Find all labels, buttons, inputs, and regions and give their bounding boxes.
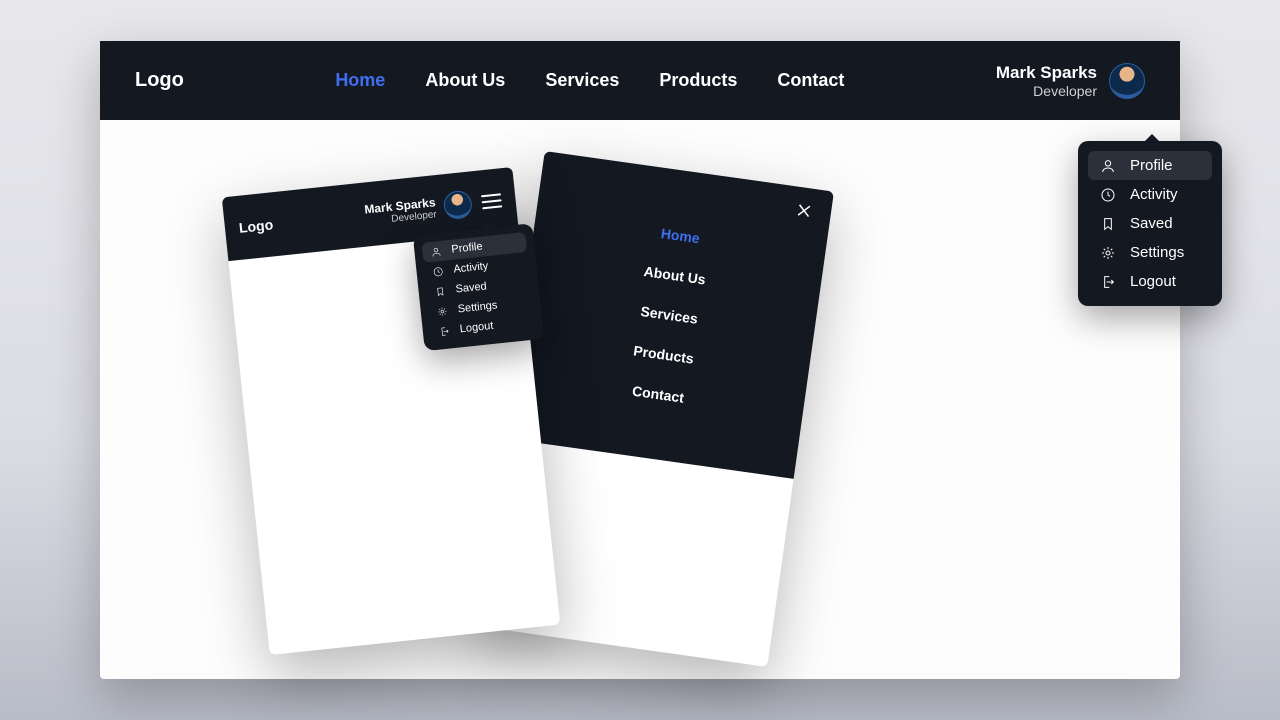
logout-icon: [438, 325, 450, 337]
mobile-nav-services[interactable]: Services: [640, 303, 699, 327]
nav-contact[interactable]: Contact: [777, 70, 844, 91]
gear-icon: [436, 305, 448, 317]
dropdown-label: Activity: [1130, 186, 1178, 203]
dropdown-settings[interactable]: Settings: [1088, 238, 1212, 267]
dropdown-label: Settings: [1130, 244, 1184, 261]
user-block[interactable]: Mark Sparks Developer: [996, 63, 1145, 99]
user-icon: [430, 245, 442, 257]
mobile-open-menu: Home About Us Services Products Contact: [504, 151, 834, 479]
user-role: Developer: [996, 83, 1097, 99]
dropdown-profile[interactable]: Profile: [1088, 151, 1212, 180]
dropdown-label: Saved: [455, 280, 487, 295]
mobile-nav-products[interactable]: Products: [632, 342, 694, 366]
dropdown-label: Settings: [457, 299, 498, 315]
dropdown-label: Logout: [1130, 273, 1176, 290]
main-header: Logo Home About Us Services Products Con…: [100, 41, 1180, 120]
close-button[interactable]: [794, 201, 814, 221]
user-icon: [1100, 158, 1116, 174]
logout-icon: [1100, 274, 1116, 290]
app-frame: Logo Home About Us Services Products Con…: [100, 41, 1180, 679]
close-icon: [794, 201, 814, 221]
dropdown-label: Profile: [1130, 157, 1173, 174]
nav-products[interactable]: Products: [659, 70, 737, 91]
mobile-nav-home[interactable]: Home: [660, 225, 701, 246]
clock-icon: [432, 265, 444, 277]
mobile-nav-contact[interactable]: Contact: [631, 383, 685, 406]
mobile-user-dropdown: Profile Activity Saved Settings Logout: [413, 223, 544, 351]
primary-nav: Home About Us Services Products Contact: [184, 70, 996, 91]
bookmark-icon: [434, 285, 446, 297]
nav-about[interactable]: About Us: [425, 70, 505, 91]
gear-icon: [1100, 245, 1116, 261]
mobile-avatar[interactable]: [442, 189, 473, 220]
dropdown-activity[interactable]: Activity: [1088, 180, 1212, 209]
mobile-nav-about[interactable]: About Us: [643, 263, 707, 288]
user-dropdown: Profile Activity Saved Settings Logout: [1078, 141, 1222, 306]
dropdown-label: Saved: [1130, 215, 1173, 232]
mobile-logo[interactable]: Logo: [238, 216, 274, 235]
logo[interactable]: Logo: [135, 69, 184, 92]
dropdown-logout[interactable]: Logout: [1088, 267, 1212, 296]
mobile-user-block[interactable]: Mark Sparks Developer: [364, 195, 438, 227]
nav-services[interactable]: Services: [545, 70, 619, 91]
dropdown-label: Activity: [453, 260, 489, 276]
bookmark-icon: [1100, 216, 1116, 232]
avatar[interactable]: [1109, 63, 1145, 99]
hamburger-icon[interactable]: [481, 193, 502, 209]
dropdown-label: Logout: [459, 320, 494, 335]
clock-icon: [1100, 187, 1116, 203]
user-name: Mark Sparks: [996, 63, 1097, 83]
mobile-preview-header: Logo Mark Sparks Developer Profile Activ…: [222, 167, 560, 655]
dropdown-saved[interactable]: Saved: [1088, 209, 1212, 238]
nav-home[interactable]: Home: [335, 70, 385, 91]
dropdown-label: Profile: [451, 241, 483, 256]
